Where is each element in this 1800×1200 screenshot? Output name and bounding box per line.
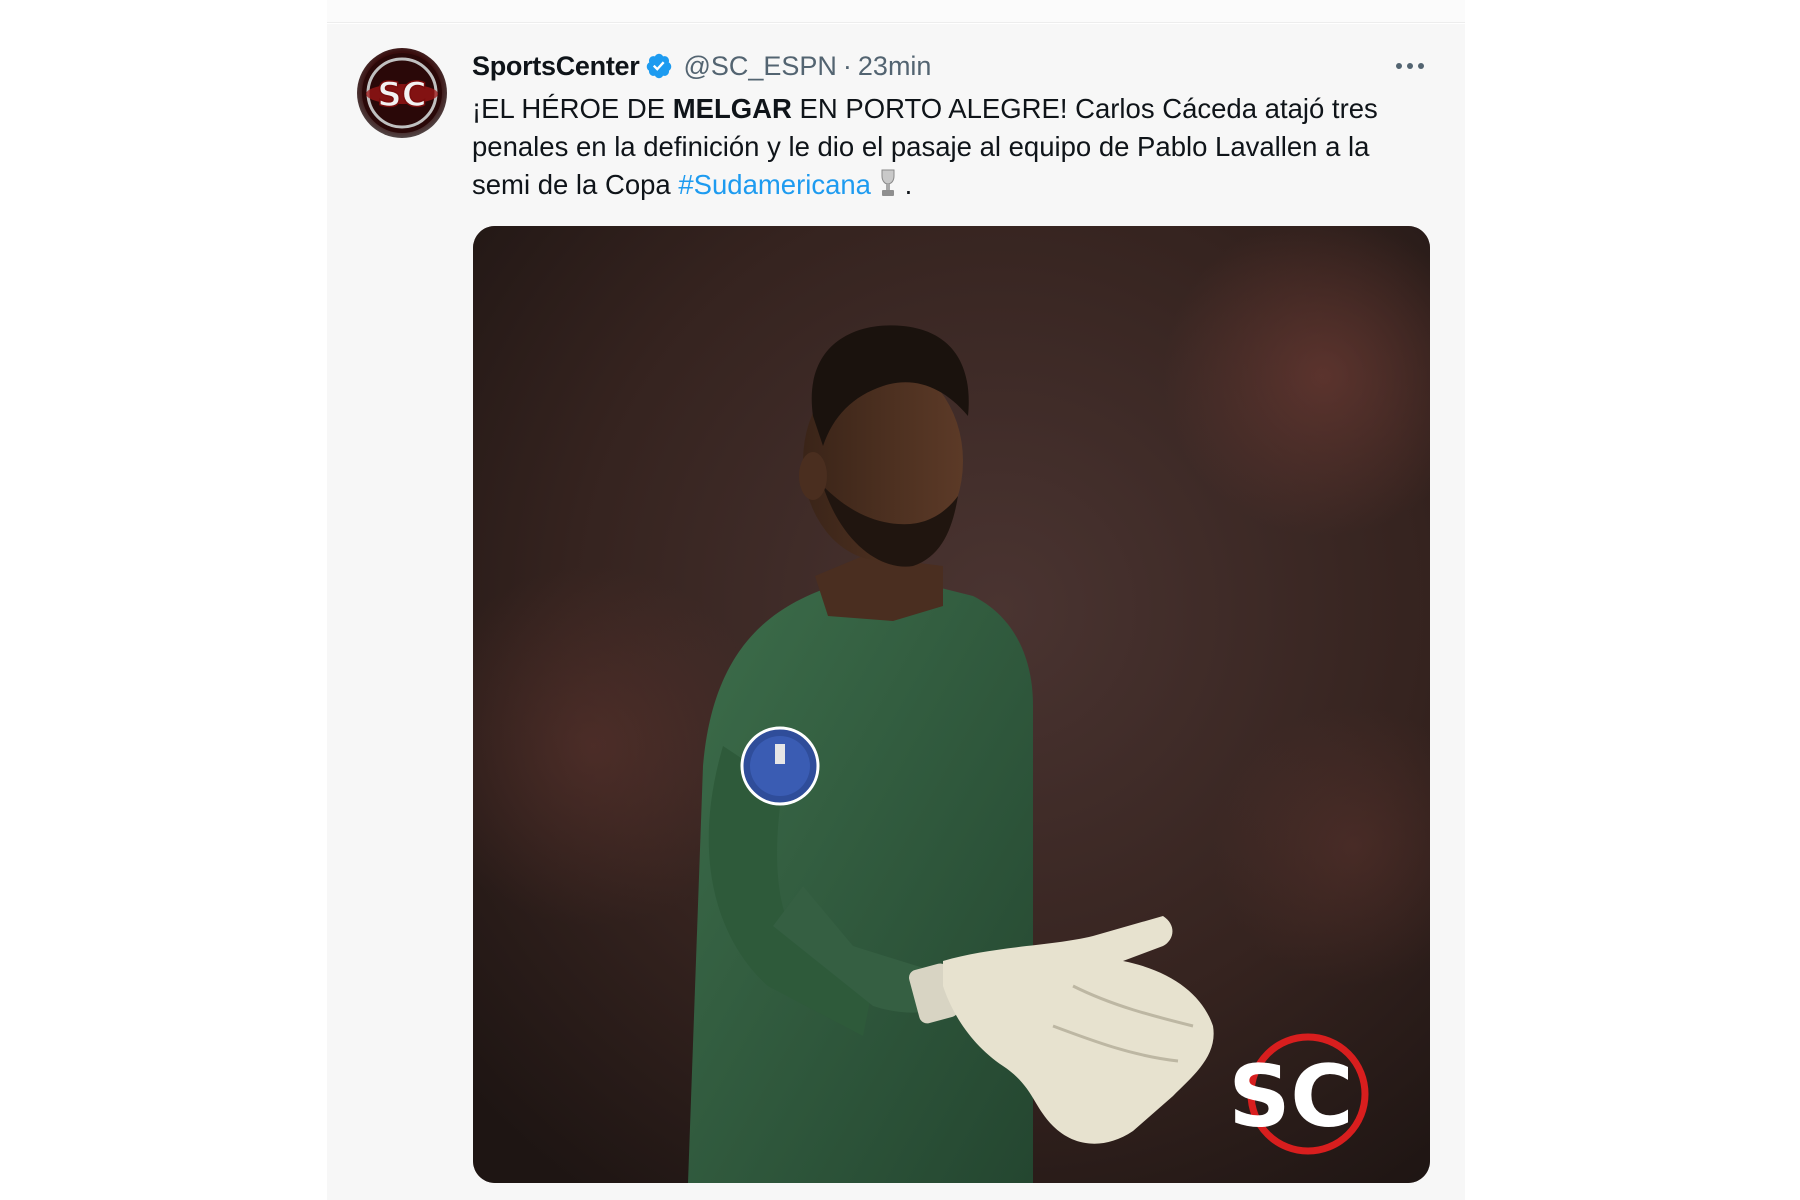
- tweet-text-segment: .: [896, 169, 913, 200]
- author-handle[interactable]: @SC_ESPN: [683, 51, 836, 82]
- more-options-button[interactable]: [1390, 52, 1430, 80]
- trophy-icon: [879, 168, 897, 208]
- previous-tweet-edge: [327, 0, 1465, 23]
- tweet-text-line-2: penales en la definición y le dio el pas…: [472, 131, 1370, 162]
- author-name[interactable]: SportsCenter: [472, 51, 640, 82]
- tweet-timestamp[interactable]: 23min: [858, 51, 932, 82]
- sportscenter-logo-icon: SC: [362, 53, 442, 133]
- tweet-header: SportsCenter @SC_ESPN · 23min: [472, 46, 931, 86]
- header-separator: ·: [842, 50, 852, 81]
- tweet-text-segment: ¡EL HÉROE DE: [472, 93, 673, 124]
- tweet-text-segment: EN PORTO ALEGRE! Carlos Cáceda atajó tre…: [791, 93, 1378, 124]
- hashtag-link[interactable]: #Sudamericana: [678, 169, 871, 200]
- watermark-text: SC: [1228, 1047, 1353, 1147]
- tweet-text-line-3: semi de la Copa #Sudamericana .: [472, 166, 1432, 208]
- tweet-text-line-1: ¡EL HÉROE DE MELGAR EN PORTO ALEGRE! Car…: [472, 90, 1432, 128]
- tweet-text: ¡EL HÉROE DE MELGAR EN PORTO ALEGRE! Car…: [472, 90, 1432, 208]
- svg-text:SC: SC: [377, 75, 426, 115]
- tweet-media[interactable]: SC: [473, 226, 1430, 1183]
- author-avatar[interactable]: SC: [357, 48, 447, 138]
- tweet-text-bold: MELGAR: [672, 93, 792, 124]
- more-options-icon: [1396, 63, 1424, 69]
- sc-watermark: SC: [1228, 1033, 1369, 1155]
- goalkeeper-photo: SC: [473, 226, 1430, 1183]
- tweet-text-segment: semi de la Copa: [472, 169, 679, 200]
- verified-badge-icon: [645, 52, 673, 80]
